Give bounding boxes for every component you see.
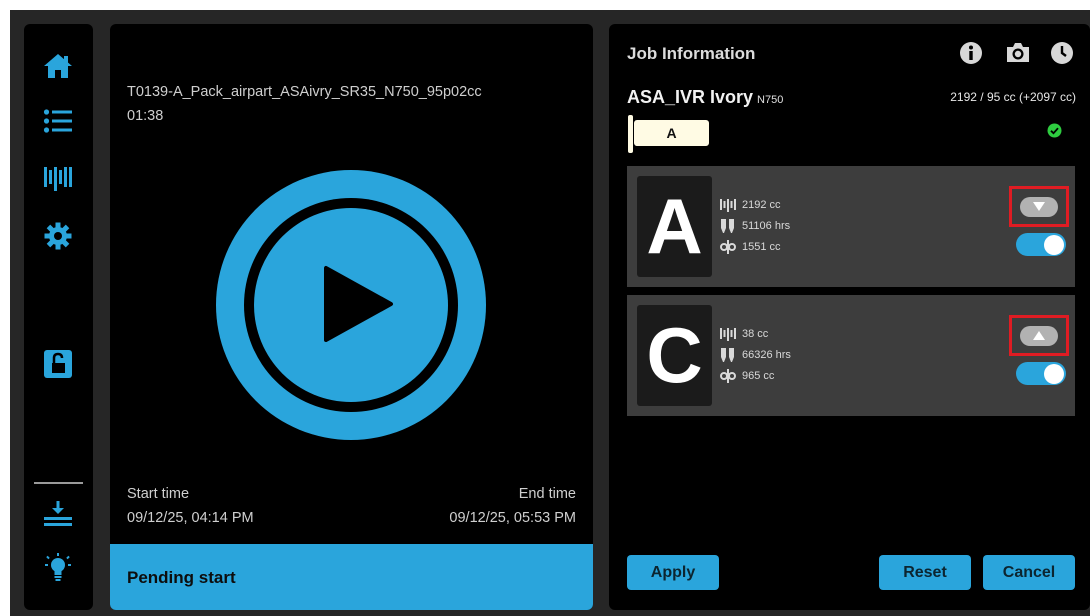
collapse-button[interactable] xyxy=(1009,186,1069,227)
apply-button[interactable]: Apply xyxy=(627,555,719,590)
cancel-button[interactable]: Cancel xyxy=(983,555,1075,590)
support-amount: 965 cc xyxy=(720,369,774,383)
camera-button[interactable] xyxy=(1005,41,1031,65)
expand-button[interactable] xyxy=(1009,315,1069,356)
check-circle-icon xyxy=(1047,123,1062,138)
play-button[interactable] xyxy=(216,170,486,440)
sidebar-home-button[interactable] xyxy=(38,46,78,86)
panel-title: Job Information xyxy=(627,44,756,63)
hours-used: 51106 hrs xyxy=(720,219,790,233)
hours-used-text: 51106 hrs xyxy=(742,220,791,232)
sidebar-jobs-button[interactable] xyxy=(38,101,78,141)
triangle-down-icon xyxy=(1033,202,1045,211)
camera-icon xyxy=(1007,43,1029,62)
sidebar-divider xyxy=(34,482,83,484)
material-card-a: A 2192 cc 51106 hrs 1551 cc xyxy=(627,166,1075,287)
end-time-label: End time xyxy=(518,486,576,502)
slot-indicator xyxy=(628,115,633,153)
material-icon xyxy=(44,167,72,191)
download-tray-icon xyxy=(44,501,72,526)
sidebar-materials-button[interactable] xyxy=(38,158,78,198)
home-icon xyxy=(44,54,72,78)
material-amount-text: 38 cc xyxy=(742,328,769,340)
material-amount: 38 cc xyxy=(720,327,768,341)
end-time-value: 09/12/25, 05:53 PM xyxy=(449,510,576,526)
enable-toggle[interactable] xyxy=(1016,233,1066,256)
card-letter: A xyxy=(637,176,712,277)
sidebar xyxy=(24,24,93,610)
enable-toggle[interactable] xyxy=(1016,362,1066,385)
job-duration: 01:38 xyxy=(127,108,164,124)
reset-button[interactable]: Reset xyxy=(879,555,971,590)
start-time-value: 09/12/25, 04:14 PM xyxy=(127,510,254,526)
collapse-chip xyxy=(1020,196,1058,217)
nozzle-icon xyxy=(721,348,734,362)
material-amount-text: 2192 cc xyxy=(742,199,781,211)
material-icon xyxy=(720,199,736,212)
material-name: ASA_IVR Ivory N750 xyxy=(627,87,783,108)
sidebar-settings-button[interactable] xyxy=(38,216,78,256)
toggle-knob xyxy=(1044,234,1064,255)
support-amount: 1551 cc xyxy=(720,240,781,254)
sidebar-lock-button[interactable] xyxy=(38,344,78,384)
card-letter: C xyxy=(637,305,712,406)
info-button[interactable] xyxy=(959,41,983,65)
material-card-c: C 38 cc 66326 hrs 965 cc xyxy=(627,295,1075,416)
status-text: Pending start xyxy=(127,568,236,587)
list-icon xyxy=(43,109,72,133)
info-icon xyxy=(960,42,982,64)
lightbulb-icon xyxy=(45,553,71,581)
history-button[interactable] xyxy=(1050,41,1074,65)
scissors-icon xyxy=(720,240,736,254)
material-name-text: ASA_IVR Ivory xyxy=(627,87,754,107)
expand-chip xyxy=(1020,325,1058,346)
job-name: T0139-A_Pack_airpart_ASAivry_SR35_N750_9… xyxy=(127,84,482,100)
sidebar-unload-button[interactable] xyxy=(38,494,78,534)
hours-used: 66326 hrs xyxy=(720,348,791,362)
start-time-label: Start time xyxy=(127,486,190,502)
status-bar: Pending start xyxy=(110,544,593,610)
support-amount-text: 1551 cc xyxy=(742,241,781,253)
clock-icon xyxy=(1051,42,1073,64)
material-summary: 2192 / 95 cc (+2097 cc) xyxy=(950,90,1076,104)
triangle-up-icon xyxy=(1033,331,1045,340)
hours-used-text: 66326 hrs xyxy=(742,349,791,361)
slot-tab-a[interactable]: A xyxy=(634,120,709,146)
material-code: N750 xyxy=(757,94,784,106)
scissors-icon xyxy=(720,369,736,383)
material-icon xyxy=(720,328,736,341)
gear-icon xyxy=(44,222,72,250)
nozzle-icon xyxy=(721,219,734,233)
play-icon xyxy=(216,170,486,440)
job-progress-panel: T0139-A_Pack_airpart_ASAivry_SR35_N750_9… xyxy=(110,24,593,610)
job-information-panel: Job Information ASA_IVR Ivory N750 2192 /… xyxy=(609,24,1090,610)
sidebar-light-button[interactable] xyxy=(38,549,78,589)
unlock-icon xyxy=(44,350,72,378)
toggle-knob xyxy=(1044,363,1064,384)
material-amount: 2192 cc xyxy=(720,198,781,212)
support-amount-text: 965 cc xyxy=(742,370,775,382)
